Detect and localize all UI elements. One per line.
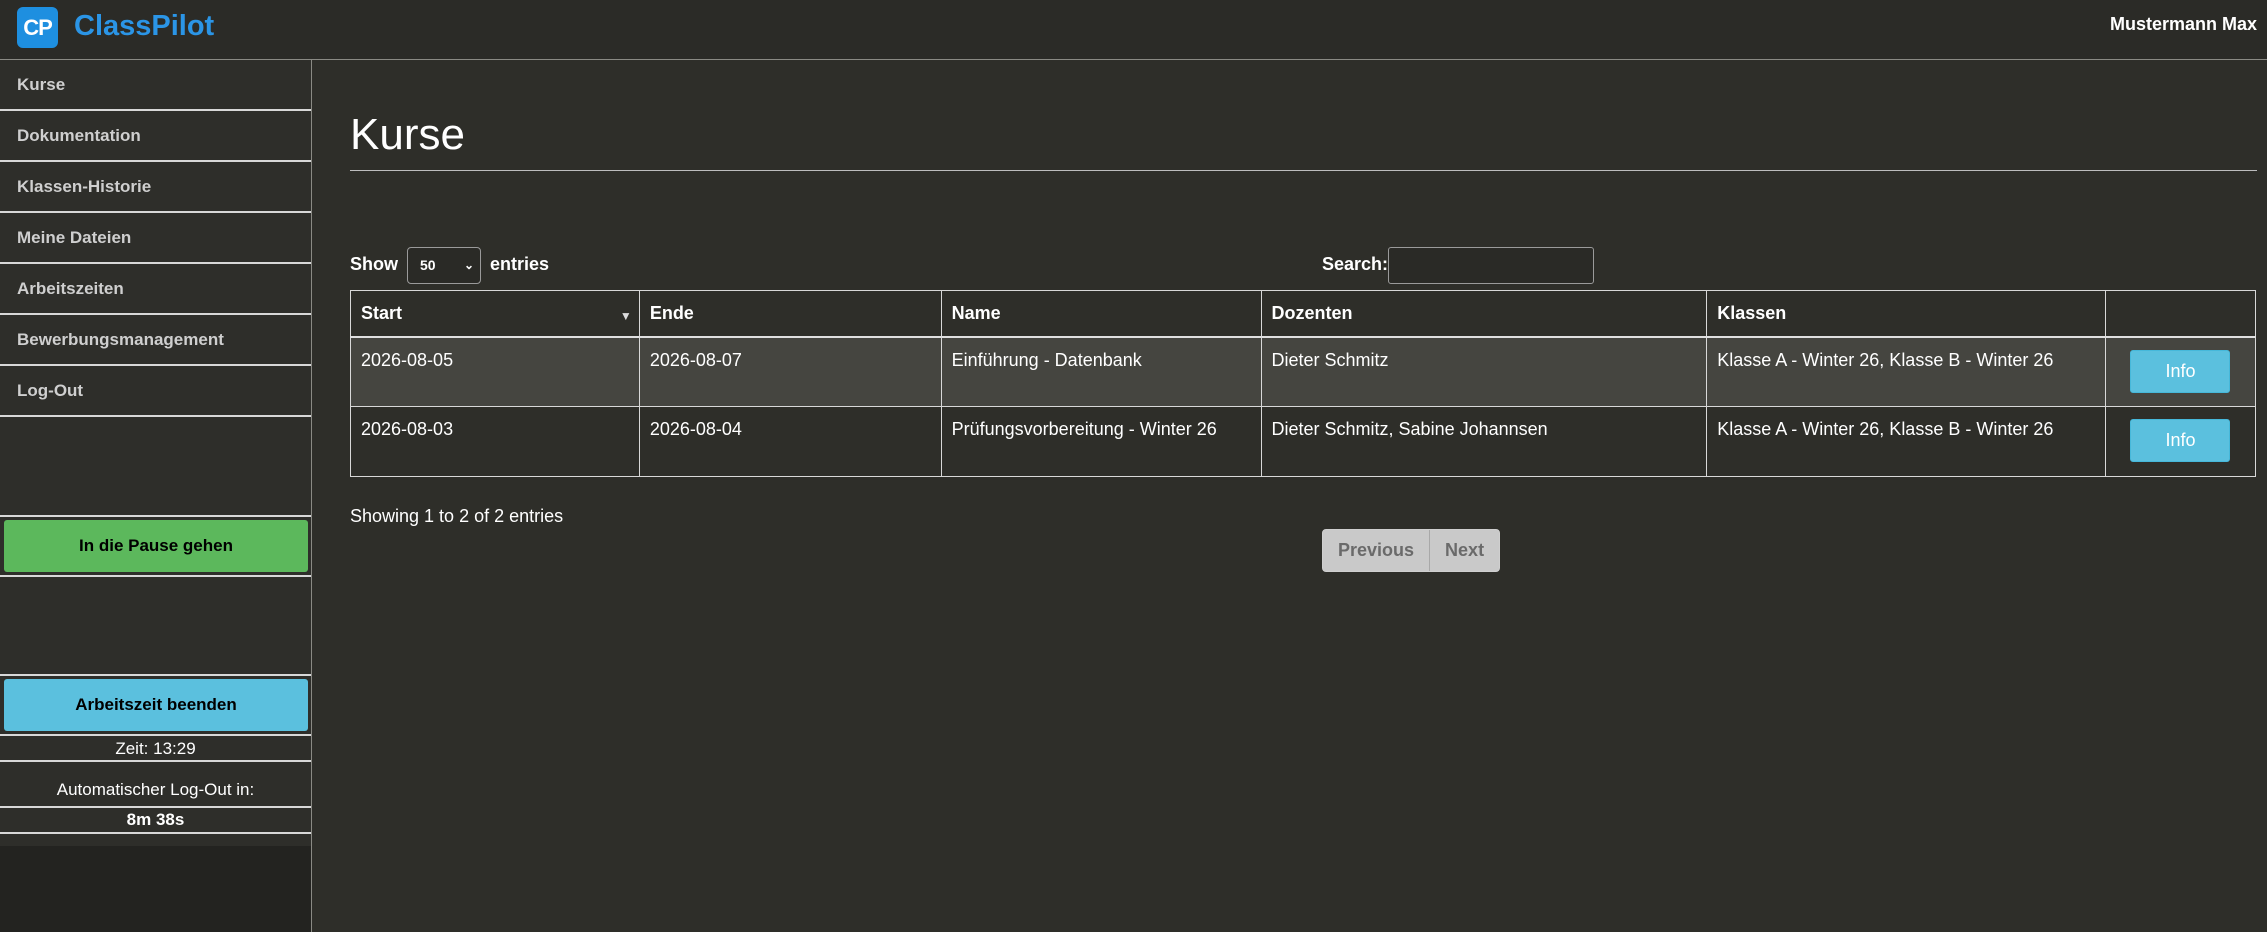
column-header-dozenten[interactable]: Dozenten [1260,290,1708,338]
column-header-start-label: Start [361,302,403,323]
top-bar: CP ClassPilot Mustermann Max [0,0,2267,60]
cell-dozenten: Dieter Schmitz [1260,336,1708,407]
search-control: Search: [1322,245,1595,284]
column-header-start[interactable]: Start ▼ [350,290,640,338]
cell-ende: 2026-08-07 [638,336,942,407]
autologout-countdown: 8m 38s [0,808,311,834]
search-input[interactable] [1388,246,1595,284]
info-button[interactable]: Info [2130,349,2231,393]
end-work-section: Arbeitszeit beenden [0,679,311,731]
sidebar-footer [0,846,311,932]
cell-ende: 2026-08-04 [638,406,942,477]
cell-name: Prüfungsvorbereitung - Winter 26 [940,406,1262,477]
sidebar-item-arbeitszeiten[interactable]: Arbeitszeiten [0,264,311,315]
page-length-control: Show 50 ⌄ entries [350,245,549,284]
sidebar-item-log-out[interactable]: Log-Out [0,366,311,417]
sidebar-item-dokumentation[interactable]: Dokumentation [0,111,311,162]
sidebar-item-klassen-historie[interactable]: Klassen-Historie [0,162,311,213]
app-name[interactable]: ClassPilot [74,10,214,43]
column-header-name[interactable]: Name [940,290,1262,338]
main-content: Kurse Show 50 ⌄ entries Search: Start ▼ E… [350,60,2257,572]
page-title: Kurse [350,110,2257,171]
entries-label: entries [490,254,550,274]
sidebar-item-bewerbungsmanagement[interactable]: Bewerbungsmanagement [0,315,311,366]
previous-button[interactable]: Previous [1323,530,1431,571]
next-button[interactable]: Next [1430,530,1500,571]
cell-klassen: Klasse A - Winter 26, Klasse B - Winter … [1706,406,2106,477]
chevron-down-icon: ⌄ [463,257,475,272]
column-header-ende[interactable]: Ende [638,290,942,338]
logo-icon[interactable]: CP [17,7,58,48]
table-row: 2026-08-05 2026-08-07 Einführung - Daten… [350,336,2257,407]
pause-section: In die Pause gehen [0,520,311,577]
sort-desc-icon: ▼ [619,309,632,323]
info-button[interactable]: Info [2130,419,2231,462]
cell-klassen: Klasse A - Winter 26, Klasse B - Winter … [1706,336,2106,407]
cell-action: Info [2104,406,2257,477]
sidebar-spacer [0,417,311,517]
cell-action: Info [2104,336,2257,407]
table-header-row: Start ▼ Ende Name Dozenten Klassen [350,290,2257,338]
page-length-select[interactable]: 50 ⌄ [407,246,482,284]
end-work-button[interactable]: Arbeitszeit beenden [4,679,308,731]
cell-start: 2026-08-03 [350,406,640,477]
column-header-klassen[interactable]: Klassen [1706,290,2106,338]
sidebar-spacer-2 [0,577,311,676]
work-time: Zeit: 13:29 [0,734,311,762]
cell-start: 2026-08-05 [350,336,640,407]
pause-button[interactable]: In die Pause gehen [4,520,308,572]
column-header-action [2104,290,2257,338]
table-row: 2026-08-03 2026-08-04 Prüfungsvorbereitu… [350,406,2257,477]
user-name[interactable]: Mustermann Max [2110,14,2257,35]
cell-name: Einführung - Datenbank [940,336,1262,407]
search-label: Search: [1322,254,1389,274]
sidebar: Kurse Dokumentation Klassen-Historie Mei… [0,60,312,932]
table-info: Showing 1 to 2 of 2 entries [350,506,564,526]
pagination: Previous Next [1322,529,1501,572]
sidebar-item-meine-dateien[interactable]: Meine Dateien [0,213,311,264]
autologout-label: Automatischer Log-Out in: [0,762,311,808]
table-controls: Show 50 ⌄ entries Search: [350,245,2257,285]
cell-dozenten: Dieter Schmitz, Sabine Johannsen [1260,406,1708,477]
page-length-value: 50 [420,256,436,273]
show-label: Show [350,254,398,274]
sidebar-item-kurse[interactable]: Kurse [0,60,311,111]
courses-table: Start ▼ Ende Name Dozenten Klassen 2026-0… [350,290,2257,477]
